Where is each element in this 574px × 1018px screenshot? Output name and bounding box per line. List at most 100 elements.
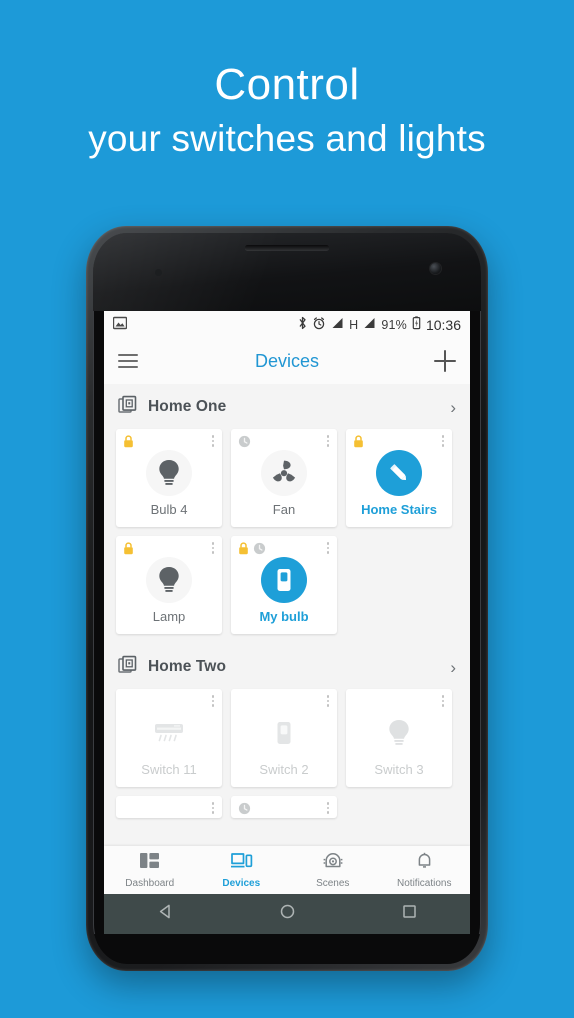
phone-body: H 91% 10:36 Devices Home One › Bulb 4 Fa… (93, 233, 481, 964)
plus-icon[interactable] (434, 350, 456, 372)
group-header-home-two[interactable]: Home Two › (104, 644, 470, 689)
nav-label: Scenes (316, 878, 350, 889)
device-label: Switch 2 (259, 762, 309, 777)
chevron-right-icon[interactable]: › (450, 659, 456, 676)
network-type-label: H (349, 317, 359, 332)
nav-item-devices[interactable]: Devices (196, 851, 288, 889)
card-badges (353, 435, 364, 453)
ac-icon (146, 710, 192, 756)
phone-mockup: H 91% 10:36 Devices Home One › Bulb 4 Fa… (86, 226, 488, 971)
device-grid-home-two: Switch 11 Switch 2 Switch 3 (104, 689, 470, 818)
card-overflow-icon[interactable] (441, 695, 444, 707)
pencil-icon (376, 450, 422, 496)
status-bar-notifications (112, 316, 128, 333)
signal-icon (331, 317, 344, 332)
nav-item-notifications[interactable]: Notifications (379, 851, 471, 889)
card-badges (238, 802, 251, 818)
bulb-icon (376, 710, 422, 756)
lock-icon (353, 435, 364, 453)
clock-label: 10:36 (425, 316, 461, 333)
devices-icon (230, 851, 253, 875)
device-card-switch-3[interactable]: Switch 3 (346, 689, 452, 787)
switch-icon (261, 710, 307, 756)
card-badges (123, 435, 134, 453)
card-badges (238, 435, 251, 453)
home-group-icon (118, 655, 137, 679)
bottom-navigation: Dashboard Devices Scenes Notifications (104, 846, 470, 894)
signal-icon-2 (363, 317, 376, 332)
battery-percent-label: 91% (381, 317, 407, 332)
device-card-switch-11[interactable]: Switch 11 (116, 689, 222, 787)
nav-label: Dashboard (125, 878, 175, 889)
device-label: My bulb (259, 609, 309, 624)
device-card-bulb-4[interactable]: Bulb 4 (116, 429, 222, 527)
page-title: Devices (254, 350, 320, 371)
recents-square-icon[interactable] (400, 902, 419, 926)
device-label: Bulb 4 (150, 502, 188, 517)
bulb-icon (146, 450, 192, 496)
bell-icon (415, 851, 434, 875)
phone-screen: H 91% 10:36 Devices Home One › Bulb 4 Fa… (104, 311, 470, 894)
dashboard-icon (139, 851, 160, 875)
lock-icon (123, 435, 134, 453)
bulb-icon (146, 557, 192, 603)
device-label: Home Stairs (361, 502, 437, 517)
status-bar-system-icons: H 91% 10:36 (298, 316, 461, 333)
device-label: Lamp (152, 609, 186, 624)
earpiece-speaker-icon (245, 245, 329, 250)
back-triangle-icon[interactable] (156, 902, 175, 926)
status-bar: H 91% 10:36 (104, 311, 470, 338)
card-overflow-icon[interactable] (326, 542, 329, 554)
hamburger-icon[interactable] (118, 354, 138, 368)
device-card-partial-1[interactable] (116, 796, 222, 818)
proximity-sensor-icon (155, 269, 162, 276)
home-circle-icon[interactable] (278, 902, 297, 926)
clock-icon (238, 435, 251, 453)
card-overflow-icon[interactable] (211, 542, 214, 554)
nav-label: Devices (222, 878, 261, 889)
group-header-home-one[interactable]: Home One › (104, 384, 470, 429)
headline-line-1: Control (214, 60, 360, 109)
switch-icon (261, 557, 307, 603)
front-camera-icon (430, 263, 441, 274)
card-overflow-icon[interactable] (211, 435, 214, 447)
device-card-my-bulb[interactable]: My bulb (231, 536, 337, 634)
device-card-partial-2[interactable] (231, 796, 337, 818)
lock-icon (238, 542, 249, 560)
clock-icon (238, 802, 251, 818)
card-overflow-icon[interactable] (211, 802, 214, 814)
device-card-lamp[interactable]: Lamp (116, 536, 222, 634)
app-bar: Devices (104, 338, 470, 384)
group-title: Home One (148, 398, 227, 415)
device-label: Switch 11 (141, 762, 197, 777)
device-label: Switch 3 (374, 762, 424, 777)
scenes-icon (322, 851, 344, 875)
devices-list[interactable]: Home One › Bulb 4 Fan Home Stairs Lamp M… (104, 384, 470, 894)
alarm-icon (312, 316, 326, 333)
chevron-right-icon[interactable]: › (450, 399, 456, 416)
nav-label: Notifications (397, 878, 452, 889)
phone-bottom-bezel (93, 934, 481, 964)
battery-icon (412, 316, 421, 333)
group-title: Home Two (148, 658, 227, 675)
card-overflow-icon[interactable] (326, 435, 329, 447)
card-overflow-icon[interactable] (326, 802, 329, 814)
device-label: Fan (272, 502, 296, 517)
promo-headline: Control your switches and lights (0, 58, 574, 162)
image-icon (112, 316, 128, 333)
clock-icon (253, 542, 266, 560)
home-group-icon (118, 395, 137, 419)
nav-item-dashboard[interactable]: Dashboard (104, 851, 196, 889)
fan-icon (261, 450, 307, 496)
device-card-fan[interactable]: Fan (231, 429, 337, 527)
card-overflow-icon[interactable] (326, 695, 329, 707)
card-overflow-icon[interactable] (211, 695, 214, 707)
lock-icon (123, 542, 134, 560)
device-card-home-stairs[interactable]: Home Stairs (346, 429, 452, 527)
card-badges (123, 542, 134, 560)
device-card-switch-2[interactable]: Switch 2 (231, 689, 337, 787)
nav-item-scenes[interactable]: Scenes (287, 851, 379, 889)
android-navigation-bar (104, 894, 470, 934)
card-badges (238, 542, 266, 560)
card-overflow-icon[interactable] (441, 435, 444, 447)
